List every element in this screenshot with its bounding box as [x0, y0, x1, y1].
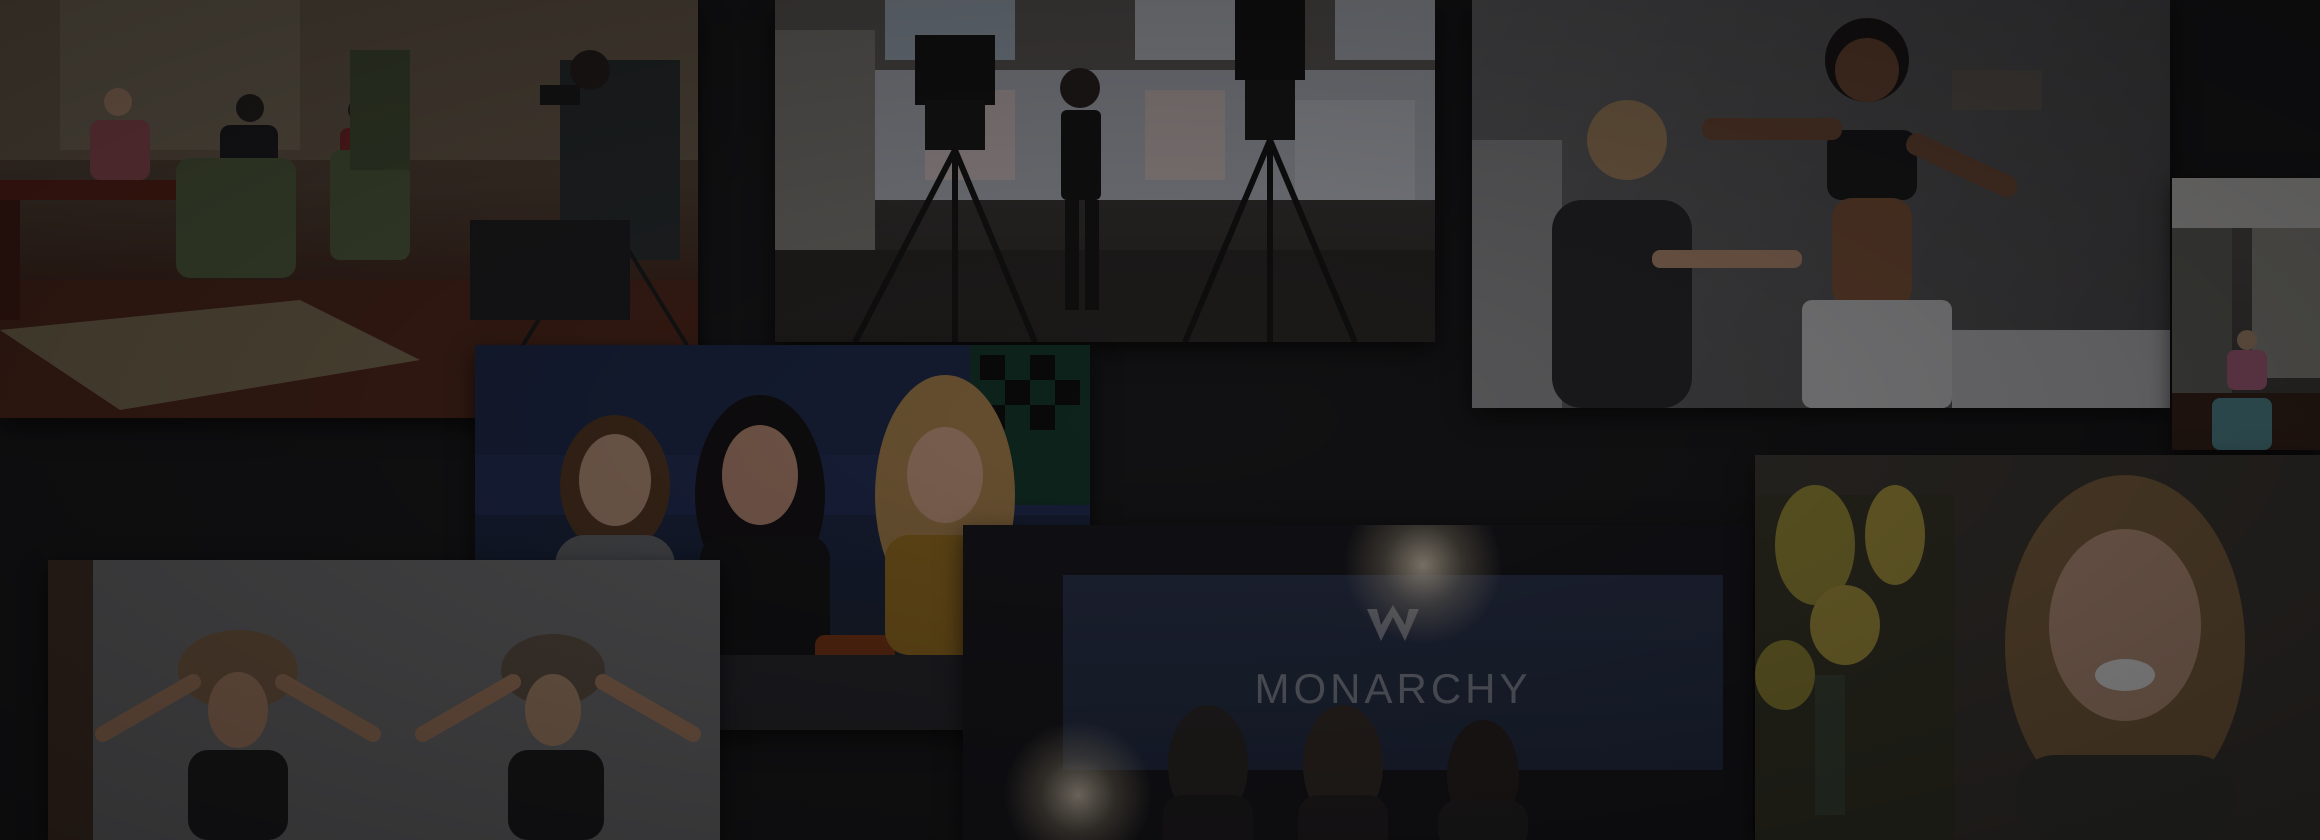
photo-fitting [1472, 0, 2170, 408]
small-scene-art [2172, 178, 2320, 450]
audience-art [1163, 705, 1528, 840]
photo-smiling-woman [1755, 455, 2320, 840]
photo-small-interview [2172, 178, 2320, 450]
hats-scene-art [48, 560, 720, 840]
photo-collage: MONARCHY [0, 0, 2320, 840]
photo-hats [48, 560, 720, 840]
studio-scene-art [775, 0, 1435, 342]
photo-studio-tripods [775, 0, 1435, 342]
fitting-scene-art [1472, 18, 2170, 408]
photo-monarchy-stage: MONARCHY [963, 525, 1753, 840]
smile-scene-art [1755, 455, 2320, 840]
